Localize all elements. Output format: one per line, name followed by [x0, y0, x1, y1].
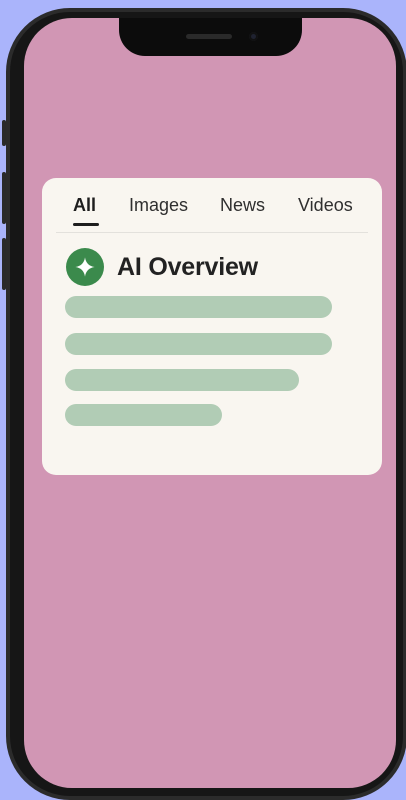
- sparkle-icon: [66, 248, 104, 286]
- text-placeholder-line: [65, 296, 332, 318]
- tab-videos[interactable]: Videos: [298, 195, 353, 216]
- mute-switch: [2, 120, 6, 146]
- stage: All Images News Videos AI Overview: [0, 0, 406, 800]
- active-tab-indicator: [73, 223, 99, 226]
- ai-overview-title: AI Overview: [117, 252, 258, 281]
- volume-down-button: [2, 238, 6, 290]
- text-placeholder-line: [65, 333, 332, 355]
- search-results-card: All Images News Videos AI Overview: [42, 178, 382, 475]
- ai-overview-header: AI Overview: [66, 248, 258, 286]
- tab-news[interactable]: News: [220, 195, 265, 216]
- volume-up-button: [2, 172, 6, 224]
- tab-images[interactable]: Images: [129, 195, 188, 216]
- sparkle-icon-glyph: [75, 257, 95, 277]
- tab-all[interactable]: All: [73, 195, 96, 216]
- text-placeholder-line: [65, 369, 299, 391]
- speaker-grille: [186, 34, 232, 39]
- search-tabs: All Images News Videos: [56, 178, 368, 233]
- front-camera: [249, 32, 258, 41]
- text-placeholder-line: [65, 404, 222, 426]
